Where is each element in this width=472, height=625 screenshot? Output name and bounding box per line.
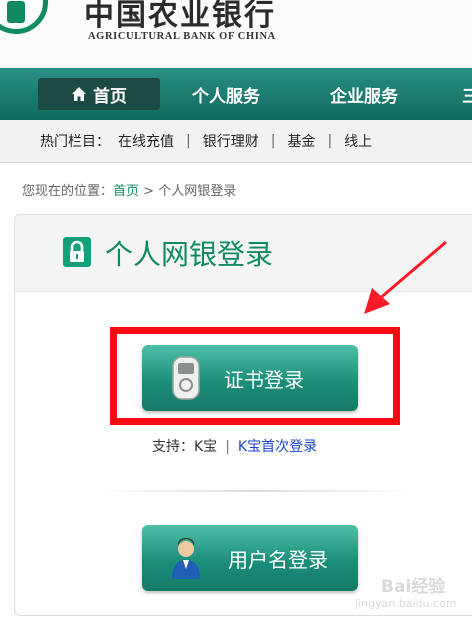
nav-personal-tab[interactable]: 个人服务 xyxy=(192,78,260,110)
username-login-button[interactable]: 用户名登录 xyxy=(142,525,358,591)
nav-home-label: 首页 xyxy=(93,86,127,107)
panel-title: 个人网银登录 xyxy=(105,238,274,271)
hot-topics-bar: 热门栏目： 在线充值 | 银行理财 | 基金 | 线上 xyxy=(0,120,472,163)
baidu-watermark: Bai经验 jingyan.baidu.com xyxy=(355,572,467,618)
hot-link-wealth[interactable]: 银行理财 xyxy=(203,131,259,151)
bank-name-en: AGRICULTURAL BANK OF CHINA xyxy=(88,31,276,42)
breadcrumb-home-link[interactable]: 首页 xyxy=(113,184,139,199)
nav-home-tab[interactable]: 首页 xyxy=(38,78,160,110)
support-label: 支持：K宝 xyxy=(152,439,218,455)
support-line: 支持：K宝 | K宝首次登录 xyxy=(152,439,318,455)
watermark-line2: jingyan.baidu.com xyxy=(355,597,457,610)
breadcrumb-current: 个人网银登录 xyxy=(158,184,237,199)
lock-icon xyxy=(63,237,91,267)
hot-link-online[interactable]: 线上 xyxy=(344,131,372,151)
abc-logo[interactable] xyxy=(0,0,48,34)
watermark-line1: Bai经验 xyxy=(381,577,446,597)
hot-topics-label: 热门栏目： xyxy=(40,134,110,150)
breadcrumb-arrow: > xyxy=(143,184,155,199)
divider xyxy=(95,490,415,492)
nav-next-tab[interactable]: 三 xyxy=(462,78,472,110)
breadcrumb: 您现在的位置：首页 > 个人网银登录 xyxy=(22,180,236,199)
annotation-highlight-box xyxy=(110,327,400,425)
main-nav: 首页 个人服务 企业服务 三 xyxy=(0,68,472,120)
k-key-first-login-link[interactable]: K宝首次登录 xyxy=(238,439,317,455)
site-header: 中国农业银行 AGRICULTURAL BANK OF CHINA xyxy=(0,0,472,68)
username-login-label: 用户名登录 xyxy=(228,547,328,572)
bank-name-cn: 中国农业银行 xyxy=(84,0,276,33)
house-icon xyxy=(72,87,86,101)
red-arrow-icon xyxy=(364,240,447,314)
nav-corporate-tab[interactable]: 企业服务 xyxy=(330,78,398,110)
hot-link-recharge[interactable]: 在线充值 xyxy=(118,131,174,151)
hot-link-fund[interactable]: 基金 xyxy=(287,131,315,151)
user-icon xyxy=(172,538,200,579)
breadcrumb-prefix: 您现在的位置： xyxy=(22,184,114,199)
